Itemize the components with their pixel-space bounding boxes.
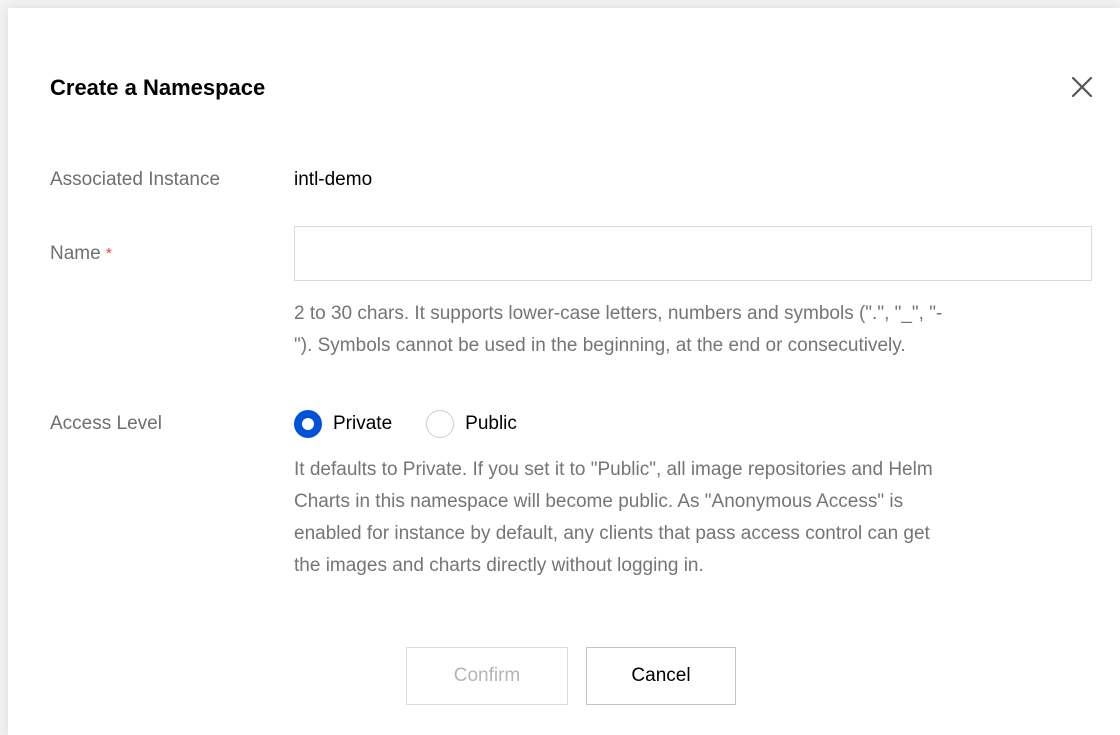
cancel-button[interactable]: Cancel bbox=[586, 647, 736, 705]
name-help-text: 2 to 30 chars. It supports lower-case le… bbox=[294, 298, 942, 362]
dialog-title: Create a Namespace bbox=[50, 75, 266, 100]
name-help-line: "). Symbols cannot be used in the beginn… bbox=[294, 335, 906, 356]
access-help-line: the images and charts directly without l… bbox=[294, 555, 704, 576]
access-help-line: enabled for instance by default, any cli… bbox=[294, 523, 930, 544]
access-level-label: Access Level bbox=[50, 413, 162, 434]
name-input[interactable] bbox=[294, 226, 1092, 281]
instance-value: intl-demo bbox=[294, 169, 373, 190]
name-label-row: Name * bbox=[50, 243, 112, 265]
create-namespace-dialog: Create a Namespace Associated Instance i… bbox=[8, 8, 1120, 735]
access-level-radio-group: Private Public bbox=[294, 409, 517, 439]
radio-private[interactable]: Private bbox=[294, 410, 392, 438]
access-help-text: It defaults to Private. If you set it to… bbox=[294, 454, 933, 582]
radio-checked-icon bbox=[294, 410, 322, 438]
radio-public[interactable]: Public bbox=[426, 410, 517, 438]
radio-private-label: Private bbox=[333, 413, 393, 434]
required-mark: * bbox=[105, 246, 112, 263]
name-help-line: 2 to 30 chars. It supports lower-case le… bbox=[294, 303, 943, 324]
instance-label: Associated Instance bbox=[50, 169, 221, 190]
close-button[interactable] bbox=[1068, 73, 1096, 101]
access-help-line: Charts in this namespace will become pub… bbox=[294, 491, 904, 512]
confirm-button[interactable]: Confirm bbox=[406, 647, 568, 705]
access-help-line: It defaults to Private. If you set it to… bbox=[294, 459, 933, 480]
radio-public-label: Public bbox=[465, 413, 517, 434]
name-label: Name bbox=[50, 243, 101, 264]
close-icon bbox=[1071, 76, 1093, 98]
radio-unchecked-icon bbox=[426, 410, 455, 438]
